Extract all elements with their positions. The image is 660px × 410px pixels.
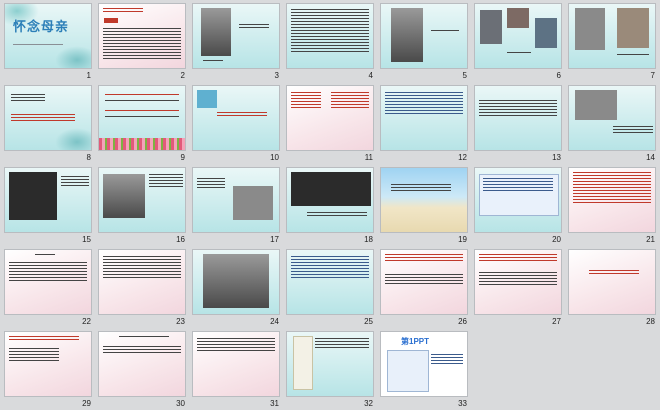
slide-number: 6 — [556, 71, 561, 80]
slide-number: 31 — [270, 399, 279, 408]
slide-thumbnail[interactable]: 怀念母亲 1 — [4, 3, 92, 80]
slide-number: 33 — [458, 399, 467, 408]
slide-number: 10 — [270, 153, 279, 162]
slide-thumbnail[interactable]: 32 — [286, 331, 374, 408]
slide-thumbnail[interactable]: 11 — [286, 85, 374, 162]
slide-thumbnail[interactable]: 31 — [192, 331, 280, 408]
slide-thumbnail[interactable]: 9 — [98, 85, 186, 162]
slide-number: 19 — [458, 235, 467, 244]
slide-thumbnail[interactable]: 23 — [98, 249, 186, 326]
slide-thumbnail[interactable]: 24 — [192, 249, 280, 326]
slide-number: 5 — [462, 71, 467, 80]
slide-number: 24 — [270, 317, 279, 326]
slide-thumbnail[interactable]: 2 — [98, 3, 186, 80]
slide-number: 13 — [552, 153, 561, 162]
slide-number: 17 — [270, 235, 279, 244]
slide-number: 1 — [86, 71, 91, 80]
slide-number: 15 — [82, 235, 91, 244]
slide-thumbnail[interactable]: 4 — [286, 3, 374, 80]
slide-number: 30 — [176, 399, 185, 408]
slide-number: 3 — [274, 71, 279, 80]
slide-thumbnail[interactable]: 13 — [474, 85, 562, 162]
slide-thumbnail[interactable]: 6 — [474, 3, 562, 80]
slide-number: 25 — [364, 317, 373, 326]
slide-number: 32 — [364, 399, 373, 408]
slide-number: 16 — [176, 235, 185, 244]
slide-thumbnail[interactable]: 20 — [474, 167, 562, 244]
logo-text: 第1PPT — [401, 337, 430, 346]
slide-number: 29 — [82, 399, 91, 408]
slide-number: 14 — [646, 153, 655, 162]
slide-thumbnail[interactable]: 28 — [568, 249, 656, 326]
slide-number: 11 — [364, 153, 373, 162]
slide-thumbnail[interactable]: 7 — [568, 3, 656, 80]
slide-thumbnail[interactable]: 5 — [380, 3, 468, 80]
slide-thumbnail[interactable]: 14 — [568, 85, 656, 162]
slide-thumbnail[interactable]: 21 — [568, 167, 656, 244]
slide-number: 20 — [552, 235, 561, 244]
slide-thumbnail[interactable]: 3 — [192, 3, 280, 80]
slide-thumbnail[interactable]: 25 — [286, 249, 374, 326]
slide-number: 7 — [650, 71, 655, 80]
slide-thumbnail[interactable]: 19 — [380, 167, 468, 244]
slide-thumbnail[interactable]: 12 — [380, 85, 468, 162]
slide-thumbnail[interactable]: 18 — [286, 167, 374, 244]
slide-number: 22 — [82, 317, 91, 326]
slide-number: 26 — [458, 317, 467, 326]
slide-thumbnail[interactable]: 8 — [4, 85, 92, 162]
slide-number: 4 — [368, 71, 373, 80]
slide-number: 8 — [86, 153, 91, 162]
slide-thumbnail[interactable]: 29 — [4, 331, 92, 408]
slide-thumbnail[interactable]: 16 — [98, 167, 186, 244]
slide-thumbnail[interactable]: 17 — [192, 167, 280, 244]
slide-number: 27 — [552, 317, 561, 326]
slide-number: 9 — [180, 153, 185, 162]
slide-number: 28 — [646, 317, 655, 326]
slide-number: 23 — [176, 317, 185, 326]
slide-title: 怀念母亲 — [13, 20, 70, 35]
slide-sorter-grid: 怀念母亲 1 2 3 4 5 6 7 8 9 10 11 12 13 14 15… — [4, 3, 656, 409]
slide-number: 2 — [180, 71, 185, 80]
slide-number: 18 — [364, 235, 373, 244]
slide-thumbnail[interactable]: 30 — [98, 331, 186, 408]
slide-thumbnail[interactable]: 22 — [4, 249, 92, 326]
slide-number: 21 — [646, 235, 655, 244]
slide-thumbnail[interactable]: 第1PPT 33 — [380, 331, 468, 408]
slide-thumbnail[interactable]: 15 — [4, 167, 92, 244]
slide-thumbnail[interactable]: 10 — [192, 85, 280, 162]
slide-thumbnail[interactable]: 26 — [380, 249, 468, 326]
slide-thumbnail[interactable]: 27 — [474, 249, 562, 326]
slide-number: 12 — [458, 153, 467, 162]
